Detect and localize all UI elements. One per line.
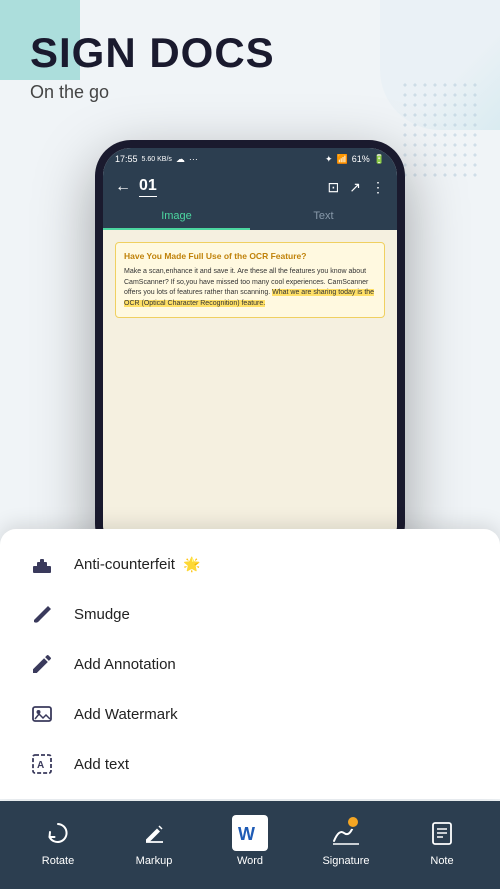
battery-level: 61% bbox=[352, 154, 370, 164]
page-header: SIGN DOCS On the go bbox=[30, 30, 275, 103]
menu-item-anti-counterfeit[interactable]: Anti-counterfeit 🌟 bbox=[0, 539, 500, 589]
smudge-icon bbox=[28, 600, 56, 628]
app-toolbar: ← 01 ⊡ ↗ ⋮ bbox=[103, 170, 397, 204]
word-label: Word bbox=[237, 855, 263, 867]
status-time: 17:55 bbox=[115, 154, 138, 164]
anti-counterfeit-emoji: 🌟 bbox=[183, 556, 200, 572]
add-text-icon: A bbox=[28, 750, 56, 778]
phone-mockup: 17:55 5.60 KB/s ☁ ··· ✦ 📶 61% 🔋 ← 01 bbox=[95, 140, 405, 560]
nav-item-signature[interactable]: Signature bbox=[298, 815, 394, 867]
share-icon[interactable]: ↗ bbox=[349, 179, 361, 196]
nav-item-rotate[interactable]: Rotate bbox=[10, 815, 106, 867]
anti-counterfeit-label: Anti-counterfeit 🌟 bbox=[74, 556, 201, 573]
smudge-label: Smudge bbox=[74, 606, 130, 623]
tab-image[interactable]: Image bbox=[103, 204, 250, 230]
menu-item-add-annotation[interactable]: Add Annotation bbox=[0, 639, 500, 689]
nav-item-note[interactable]: Note bbox=[394, 815, 490, 867]
back-icon[interactable]: ← bbox=[115, 178, 131, 196]
status-cloud-icon: ☁ bbox=[176, 154, 185, 165]
menu-item-add-watermark[interactable]: Add Watermark bbox=[0, 689, 500, 739]
phone-outer: 17:55 5.60 KB/s ☁ ··· ✦ 📶 61% 🔋 ← 01 bbox=[95, 140, 405, 560]
wifi-icon: 📶 bbox=[337, 154, 348, 165]
svg-text:A: A bbox=[37, 760, 44, 771]
signature-label: Signature bbox=[322, 855, 369, 867]
signature-icon bbox=[328, 815, 364, 851]
markup-icon bbox=[136, 815, 172, 851]
bottom-nav: Rotate Markup W Word bbox=[0, 801, 500, 889]
markup-label: Markup bbox=[136, 855, 173, 867]
add-watermark-label: Add Watermark bbox=[74, 706, 178, 723]
rotate-icon bbox=[40, 815, 76, 851]
word-icon: W bbox=[232, 815, 268, 851]
menu-item-smudge[interactable]: Smudge bbox=[0, 589, 500, 639]
bluetooth-icon: ✦ bbox=[325, 154, 333, 165]
add-annotation-label: Add Annotation bbox=[74, 656, 176, 673]
battery-icon: 🔋 bbox=[374, 154, 385, 165]
nav-item-markup[interactable]: Markup bbox=[106, 815, 202, 867]
page-number: 01 bbox=[139, 177, 157, 197]
svg-text:W: W bbox=[238, 824, 255, 844]
phone-screen: 17:55 5.60 KB/s ☁ ··· ✦ 📶 61% 🔋 ← 01 bbox=[103, 148, 397, 552]
more-icon[interactable]: ⋮ bbox=[371, 179, 385, 196]
tab-bar: Image Text bbox=[103, 204, 397, 230]
status-bar: 17:55 5.60 KB/s ☁ ··· ✦ 📶 61% 🔋 bbox=[103, 148, 397, 170]
add-watermark-icon bbox=[28, 700, 56, 728]
doc-title: Have You Made Full Use of the OCR Featur… bbox=[124, 251, 376, 262]
add-annotation-icon bbox=[28, 650, 56, 678]
document-card: Have You Made Full Use of the OCR Featur… bbox=[115, 242, 385, 318]
rotate-label: Rotate bbox=[42, 855, 74, 867]
doc-body: Make a scan,enhance it and save it. Are … bbox=[124, 267, 376, 309]
dropdown-menu: Anti-counterfeit 🌟 Smudge Add Annotation bbox=[0, 529, 500, 799]
crop-icon[interactable]: ⊡ bbox=[328, 179, 340, 196]
add-text-label: Add text bbox=[74, 756, 129, 773]
tab-text[interactable]: Text bbox=[250, 204, 397, 230]
signature-badge bbox=[346, 815, 360, 829]
highlighted-text: What we are sharing today is the OCR (Op… bbox=[124, 289, 374, 307]
note-label: Note bbox=[430, 855, 453, 867]
menu-item-add-text[interactable]: A Add text bbox=[0, 739, 500, 789]
note-icon bbox=[424, 815, 460, 851]
document-area: Have You Made Full Use of the OCR Featur… bbox=[103, 230, 397, 552]
bg-dots-pattern bbox=[400, 80, 480, 180]
anti-counterfeit-icon bbox=[28, 550, 56, 578]
nav-item-word[interactable]: W Word bbox=[202, 815, 298, 867]
status-more-icon: ··· bbox=[189, 154, 198, 164]
page-title: SIGN DOCS bbox=[30, 30, 275, 76]
page-subtitle: On the go bbox=[30, 82, 275, 103]
status-data: 5.60 KB/s bbox=[142, 156, 172, 163]
